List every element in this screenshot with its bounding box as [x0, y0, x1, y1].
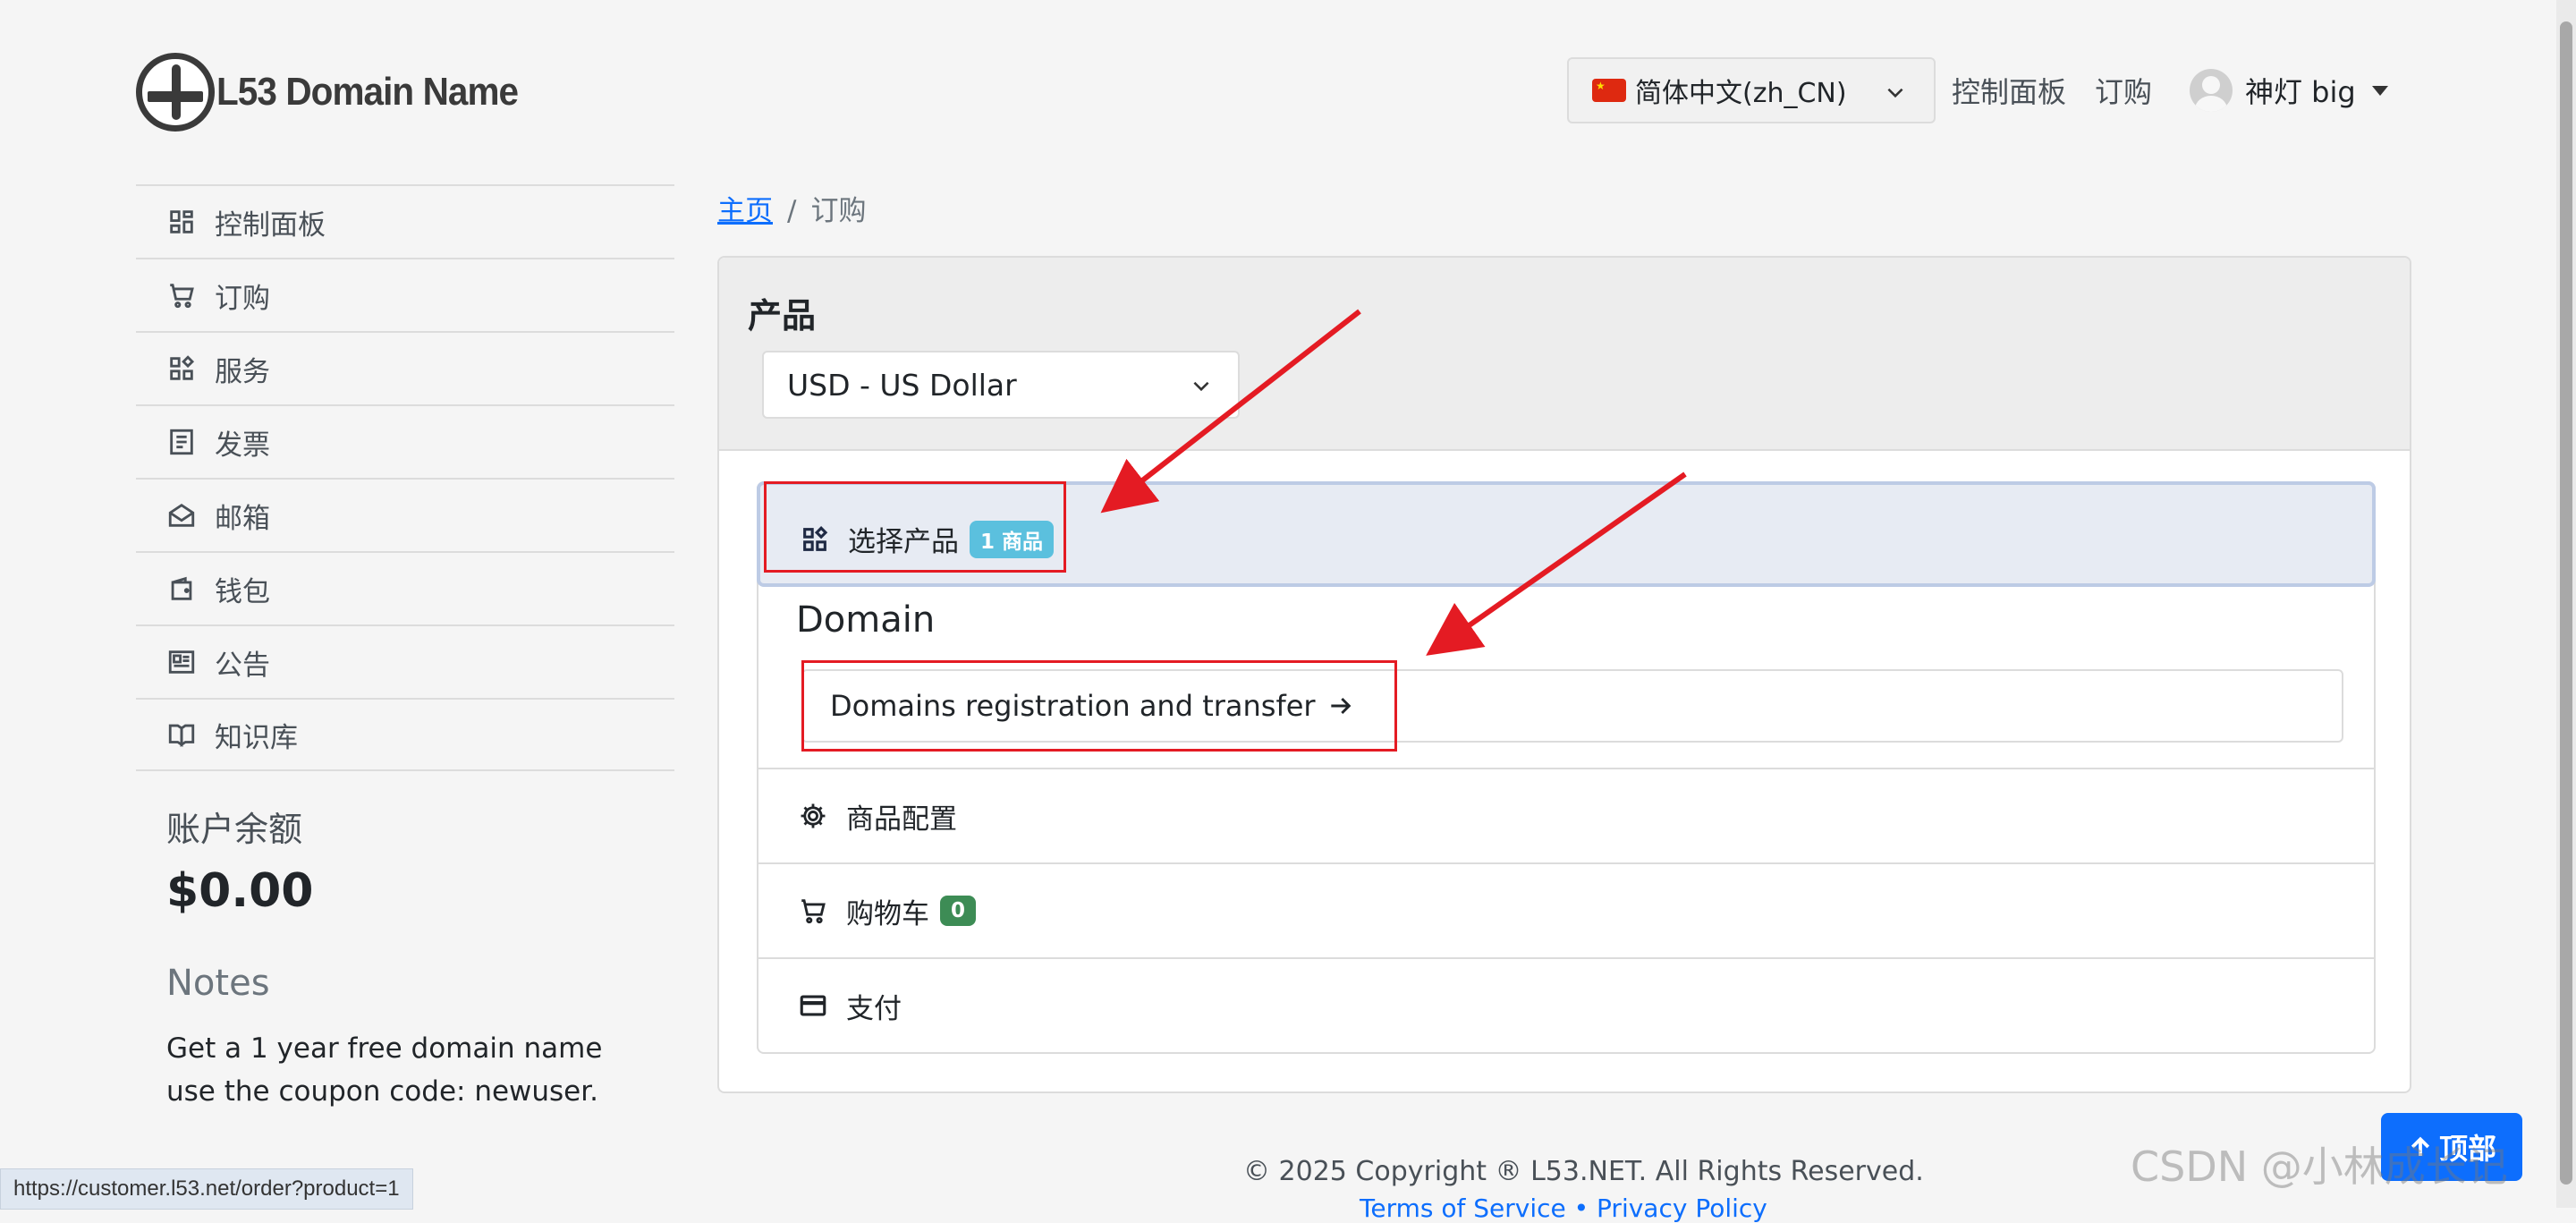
- browser-status-url: https://customer.l53.net/order?product=1: [0, 1168, 413, 1210]
- watermark: CSDN @小林成长记: [2131, 1142, 2508, 1191]
- annotation-arrow-1: [1100, 309, 1361, 514]
- footer-links[interactable]: Terms of Service • Privacy Policy: [1360, 1193, 1767, 1223]
- annotation-arrow-2: [1426, 471, 1687, 656]
- scrollbar-thumb[interactable]: [2560, 21, 2572, 1185]
- footer-copyright: © 2025 Copyright ® L53.NET. All Rights R…: [1243, 1156, 1924, 1187]
- annotation-arrows: [1100, 309, 1687, 656]
